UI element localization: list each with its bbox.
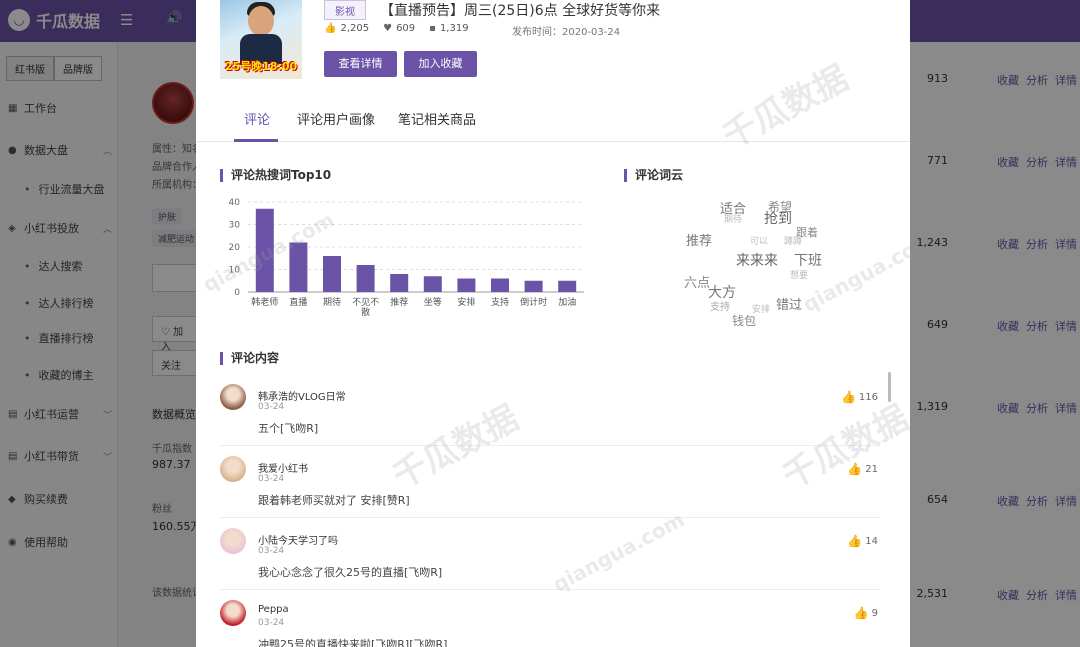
- comment-text: 五个[飞吻R]: [258, 422, 319, 435]
- comment-word-cloud: 适合 希望 抢到 跟着 推荐 来来来 下班 六点 大方 支持 错过 钱包 可以 期待 想要 安排 蹲蹲: [676, 190, 836, 340]
- x-tick-label: 加油: [558, 296, 576, 308]
- note-stats: 👍 2,205 ♥ 609 ▪ 1,319: [324, 23, 469, 34]
- comments-section-title: 评论内容: [220, 352, 279, 365]
- comment-item: 我爱小红书 03-24 跟着韩老师买就对了 安排[赞R] 👍 21: [220, 446, 880, 518]
- cloud-word: 期待: [724, 215, 743, 225]
- bar[interactable]: [390, 274, 409, 292]
- bar[interactable]: [356, 265, 375, 292]
- collects-stat: ♥ 609: [383, 23, 416, 34]
- cloud-word: 支持: [710, 302, 730, 313]
- x-tick-label: 坐等: [424, 296, 442, 308]
- comment-likes[interactable]: 👍 21: [847, 462, 878, 476]
- comment-item: 小陆今天学习了吗 03-24 我心心念念了很久25号的直播[飞吻R] 👍 14: [220, 518, 880, 590]
- likes-stat: 👍 2,205: [324, 23, 370, 34]
- note-type-badge: 影视: [324, 0, 366, 20]
- y-tick-label: 20: [229, 243, 241, 253]
- commenter-avatar[interactable]: [220, 384, 246, 410]
- active-tab-indicator: [234, 139, 278, 142]
- cloud-word: 六点: [684, 276, 711, 291]
- x-tick-label: 安排: [457, 296, 475, 308]
- thumbs-up-icon: 👍: [847, 534, 863, 548]
- y-tick-label: 40: [229, 198, 241, 208]
- comment-likes[interactable]: 👍 116: [841, 390, 878, 404]
- comment-likes[interactable]: 👍 9: [854, 606, 878, 620]
- note-title: 【直播预告】周三(25日)6点 全球好货等你来: [380, 3, 661, 19]
- x-tick-label: 推荐: [390, 296, 408, 308]
- comment-date: 03-24: [258, 474, 285, 484]
- cloud-word: 抢到: [764, 211, 792, 227]
- cloud-word: 错过: [776, 298, 803, 313]
- cover-caption: 25号晚18:00: [224, 60, 298, 73]
- tab-user-profile[interactable]: 评论用户画像: [297, 109, 375, 128]
- x-tick-label: 直播: [289, 296, 307, 308]
- comment-date: 03-24: [258, 618, 285, 628]
- view-detail-button[interactable]: 查看详情: [324, 51, 397, 77]
- cloud-word: 想要: [790, 271, 809, 281]
- x-tick-label: 期待: [323, 296, 341, 308]
- x-tick-label: 倒计时: [520, 296, 547, 308]
- bar[interactable]: [524, 280, 543, 292]
- y-tick-label: 10: [229, 266, 241, 276]
- cloud-word: 蹲蹲: [784, 237, 803, 247]
- note-detail-modal: 25号晚18:00 影视 【直播预告】周三(25日)6点 全球好货等你来 👍 2,…: [196, 0, 910, 647]
- bar[interactable]: [558, 280, 577, 292]
- tab-comments[interactable]: 评论: [244, 109, 270, 128]
- comment-date: 03-24: [258, 402, 285, 412]
- comment-likes[interactable]: 👍 14: [847, 534, 878, 548]
- x-tick-label: 散: [361, 306, 370, 318]
- commenter-name[interactable]: 韩承浩的VLOG日常: [258, 388, 346, 403]
- hot-words-title: 评论热搜词Top10: [220, 169, 331, 182]
- modal-tabs: 评论 评论用户画像 笔记相关商品: [196, 92, 910, 142]
- comment-scrollbar[interactable]: [888, 372, 891, 402]
- y-tick-label: 0: [234, 288, 240, 298]
- bar[interactable]: [457, 278, 476, 293]
- commenter-name[interactable]: 我爱小红书: [258, 460, 308, 475]
- thumbs-up-icon: 👍: [853, 606, 869, 620]
- comment-item: 韩承浩的VLOG日常 03-24 五个[飞吻R] 👍 116: [220, 374, 880, 446]
- add-collect-button[interactable]: 加入收藏: [404, 51, 477, 77]
- commenter-avatar[interactable]: [220, 600, 246, 626]
- x-tick-label: 不见不: [352, 297, 379, 308]
- cloud-word: 来来来: [736, 253, 778, 269]
- cloud-word: 可以: [750, 237, 769, 247]
- thumbs-up-icon: 👍: [840, 390, 856, 404]
- comment-text: 我心心念念了很久25号的直播[飞吻R]: [258, 566, 443, 579]
- commenter-avatar[interactable]: [220, 456, 246, 482]
- bar[interactable]: [323, 256, 341, 292]
- x-tick-label: 支持: [491, 296, 509, 308]
- x-tick-label: 韩老师: [251, 296, 278, 308]
- bar[interactable]: [255, 208, 274, 292]
- comment-text: 跟着韩老师买就对了 安排[赞R]: [258, 494, 410, 507]
- cloud-word: 下班: [794, 253, 822, 269]
- thumbs-up-icon: 👍: [847, 462, 863, 476]
- commenter-name[interactable]: 小陆今天学习了吗: [258, 532, 338, 547]
- thumbs-up-icon: 👍: [324, 23, 337, 34]
- note-cover-image: 25号晚18:00: [220, 0, 302, 79]
- bar[interactable]: [289, 242, 308, 293]
- cloud-word: 推荐: [686, 234, 713, 249]
- comment-item: Peppa 03-24 冲鸭25号的直播快来啦[飞吻R][飞吻R] 👍 9: [220, 590, 880, 647]
- commenter-name[interactable]: Peppa: [258, 604, 289, 615]
- heart-icon: ♥: [383, 23, 393, 34]
- tab-related-goods[interactable]: 笔记相关商品: [398, 109, 476, 128]
- y-tick-label: 30: [229, 221, 241, 231]
- hot-words-bar-chart: 0 10 20 30 40 韩老师 直播 期待 不见不散 推荐 坐等 安排 支持 倒计时 加油: [229, 198, 584, 318]
- bar[interactable]: [491, 278, 509, 293]
- commenter-avatar[interactable]: [220, 528, 246, 554]
- comment-date: 03-24: [258, 546, 285, 556]
- comment-text: 冲鸭25号的直播快来啦[飞吻R][飞吻R]: [258, 638, 448, 647]
- cloud-word: 安排: [752, 305, 771, 315]
- comments-stat: ▪ 1,319: [429, 23, 469, 34]
- word-cloud-title: 评论词云: [624, 169, 683, 182]
- publish-time: 发布时间：2020-03-24: [512, 27, 621, 38]
- comment-icon: ▪: [429, 23, 436, 34]
- bar[interactable]: [423, 276, 442, 292]
